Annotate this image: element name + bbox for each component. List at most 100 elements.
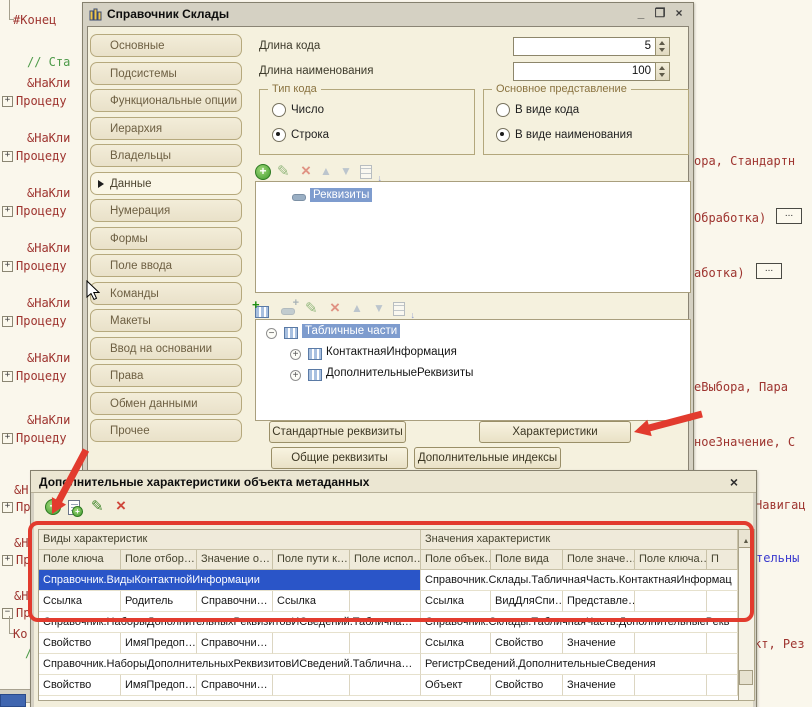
name-length-stepper[interactable] [655, 62, 670, 81]
radio-stroka[interactable]: Строка [272, 128, 329, 142]
delete-icon[interactable] [113, 499, 129, 515]
add-attribute-icon[interactable] [281, 303, 297, 319]
window-body: Основные Подсистемы Функциональные опции… [87, 26, 689, 471]
edit-pencil-icon[interactable] [277, 164, 293, 180]
tab-pole-vvoda[interactable]: Поле ввода [90, 254, 242, 277]
sort-list-icon[interactable] [393, 302, 409, 318]
tab-vvod-na-osnovanii[interactable]: Ввод на основании [90, 337, 242, 360]
code-collapse-icon[interactable] [2, 371, 13, 382]
tab-prava[interactable]: Права [90, 364, 242, 387]
radio-chislo[interactable]: Число [272, 103, 324, 117]
tab-numeraciya[interactable]: Нумерация [90, 199, 242, 222]
code-fold-icon[interactable]: ... [776, 208, 802, 224]
main-presentation-group: Основное представление В виде кода В вид… [483, 89, 689, 155]
mouse-cursor [86, 280, 100, 301]
move-down-icon[interactable] [371, 301, 387, 317]
minimize-button[interactable]: _ [633, 7, 649, 22]
code-line: Процеду [16, 259, 67, 273]
name-length-input[interactable]: 100 [513, 62, 656, 81]
code-collapse-icon[interactable] [2, 316, 13, 327]
add-icon[interactable] [255, 164, 271, 180]
code-bracket-line [9, 616, 10, 633]
code-collapse-icon[interactable] [2, 206, 13, 217]
characteristics-button[interactable]: Характеристики [479, 421, 631, 443]
code-line: Процеду [16, 431, 67, 445]
tab-funkcionalnye-opcii[interactable]: Функциональные опции [90, 89, 242, 112]
code-line: Процеду [16, 369, 67, 383]
table-row[interactable]: Свойство ИмяПредоп… Справочни… Объект Св… [39, 675, 738, 696]
code-type-group: Тип кода Число Строка [259, 89, 475, 155]
tree-node-dopolnitelnye-rekvizity[interactable]: ДополнительныеРеквизиты [326, 367, 473, 379]
code-line: аботка) [694, 266, 745, 280]
tree-node-tablichnye-chasti[interactable]: Табличные части [302, 324, 400, 338]
radio-icon[interactable] [272, 103, 286, 117]
tab-ierarhiya[interactable]: Иерархия [90, 117, 242, 140]
code-line: тельны [756, 551, 799, 565]
tab-formy[interactable]: Формы [90, 227, 242, 250]
window-titlebar[interactable]: Справочник Склады _ ❐ × [83, 3, 693, 25]
table-row[interactable]: Справочник.НаборыДополнительныхРеквизито… [39, 654, 738, 675]
code-line: Навигац [755, 498, 806, 512]
catalog-icon [89, 8, 102, 21]
code-collapse-icon[interactable] [2, 151, 13, 162]
edit-pencil-icon[interactable] [305, 301, 321, 317]
tab-makety[interactable]: Макеты [90, 309, 242, 332]
scrollbar-thumb[interactable] [739, 670, 753, 685]
add-tabular-section-icon[interactable] [255, 303, 271, 319]
code-length-stepper[interactable] [655, 37, 670, 56]
delete-icon[interactable] [327, 301, 343, 317]
radio-v-vide-naimenovaniya[interactable]: В виде наименования [496, 128, 632, 142]
code-line: &НаКли [27, 351, 70, 365]
tree-node-rekvizity[interactable]: Реквизиты [310, 188, 372, 202]
tab-vladelcy[interactable]: Владельцы [90, 144, 242, 167]
code-collapse-icon[interactable] [2, 261, 13, 272]
attributes-tree-panel[interactable]: Реквизиты [255, 181, 691, 293]
tab-osnovnye[interactable]: Основные [90, 34, 242, 57]
code-fold-icon[interactable]: ... [756, 263, 782, 279]
radio-checked-icon[interactable] [272, 128, 286, 142]
radio-v-vide-koda[interactable]: В виде кода [496, 103, 579, 117]
expand-icon[interactable] [290, 370, 301, 381]
tree-node-kontaktnaya-informaciya[interactable]: КонтактнаяИнформация [326, 346, 457, 358]
code-line: &Н [14, 536, 28, 550]
expand-icon[interactable] [290, 349, 301, 360]
code-length-input[interactable]: 5 [513, 37, 656, 56]
maximize-button[interactable]: ❐ [652, 7, 668, 22]
code-bracket-line [9, 0, 10, 19]
tab-dannye[interactable]: Данные [90, 172, 242, 195]
screen: #Конец // Ста &НаКли Процеду &НаКли Проц… [0, 0, 812, 707]
radio-icon[interactable] [496, 103, 510, 117]
collapse-icon[interactable] [266, 328, 277, 339]
standard-attributes-button[interactable]: Стандартные реквизиты [269, 421, 406, 443]
close-button[interactable]: × [671, 7, 687, 22]
annotation-arrow-add-button [40, 446, 96, 522]
tab-obmen-dannymi[interactable]: Обмен данными [90, 392, 242, 415]
code-line: Процеду [16, 94, 67, 108]
table-row[interactable]: Свойство ИмяПредоп… Справочни… Ссылка Св… [39, 633, 738, 654]
tabular-section-icon [308, 369, 322, 381]
tab-komandy[interactable]: Команды [90, 282, 242, 305]
common-attributes-button[interactable]: Общие реквизиты [271, 447, 408, 469]
window-title: Справочник Склады [107, 7, 229, 21]
close-icon[interactable]: × [730, 475, 738, 489]
radio-checked-icon[interactable] [496, 128, 510, 142]
sort-list-icon[interactable] [360, 165, 376, 181]
code-line: ора, Стандартн [694, 154, 795, 168]
code-collapse-icon[interactable] [2, 555, 13, 566]
tab-prochee[interactable]: Прочее [90, 419, 242, 442]
dialog-titlebar[interactable]: Дополнительные характеристики объекта ме… [31, 471, 756, 493]
move-down-icon[interactable] [338, 164, 354, 180]
code-collapse-icon[interactable] [2, 502, 13, 513]
tree-dash-icon[interactable] [292, 194, 306, 201]
code-line: Пр [16, 500, 30, 514]
tabular-sections-tree-panel[interactable]: Табличные части КонтактнаяИнформация Доп… [255, 319, 691, 421]
move-up-icon[interactable] [318, 164, 334, 180]
code-expand-icon[interactable] [2, 608, 13, 619]
delete-icon[interactable] [298, 164, 314, 180]
code-collapse-icon[interactable] [2, 433, 13, 444]
additional-indexes-button[interactable]: Дополнительные индексы [414, 447, 561, 469]
move-up-icon[interactable] [349, 301, 365, 317]
code-line: &НаКли [27, 76, 70, 90]
code-collapse-icon[interactable] [2, 96, 13, 107]
tab-podsistemy[interactable]: Подсистемы [90, 62, 242, 85]
